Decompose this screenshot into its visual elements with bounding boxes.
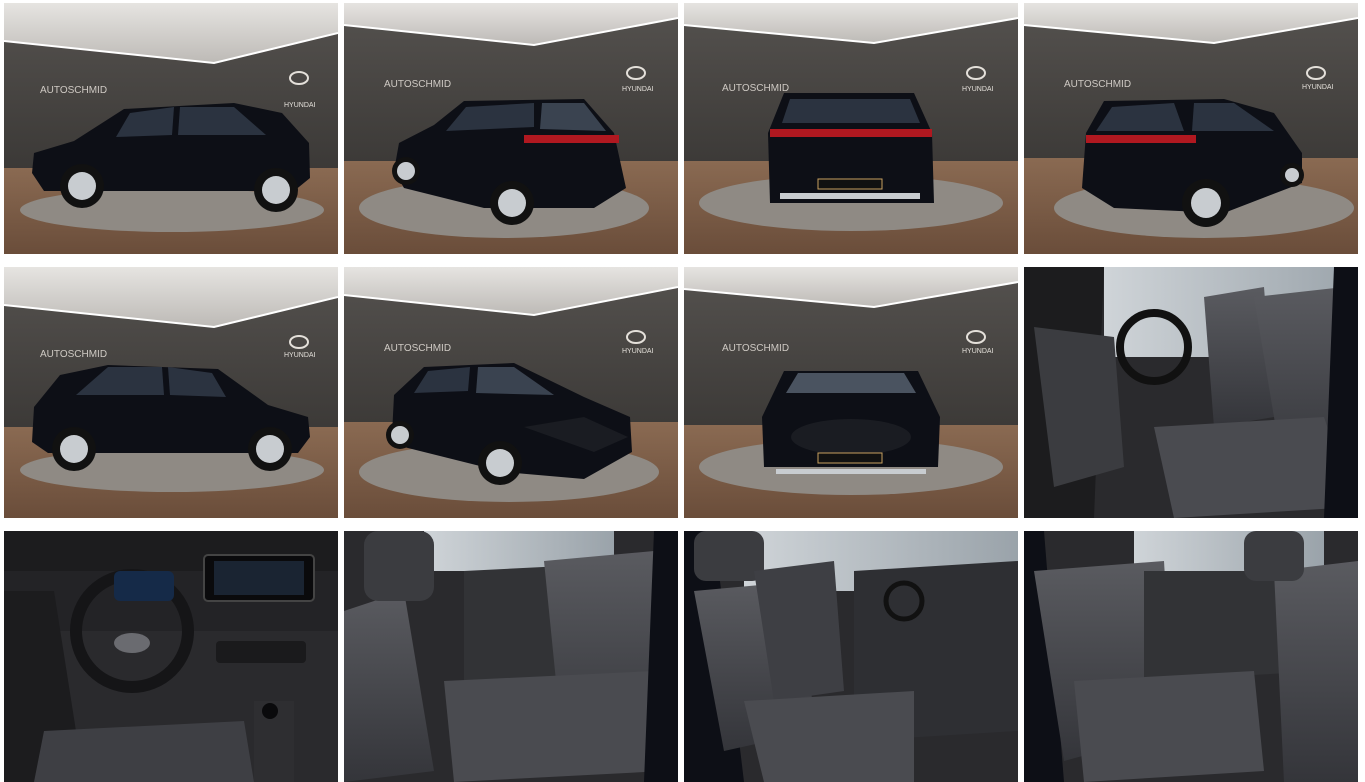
- dealer-logo: AUTOSCHMID: [722, 83, 789, 94]
- make-logo: HYUNDAI: [284, 352, 316, 359]
- car-side-icon: AUTOSCHMID HYUNDAI: [4, 3, 338, 254]
- make-logo: HYUNDAI: [284, 102, 316, 109]
- car-rear-icon: AUTOSCHMID HYUNDAI: [684, 3, 1018, 254]
- make-logo: HYUNDAI: [622, 86, 654, 93]
- make-logo: HYUNDAI: [962, 348, 994, 355]
- photo-gallery: AUTOSCHMID HYUNDAI AUTOSCHMID HYUNDAI AU…: [4, 3, 1358, 782]
- photo-exterior-side-right[interactable]: AUTOSCHMID HYUNDAI: [4, 267, 338, 518]
- photo-exterior-front-left[interactable]: AUTOSCHMID HYUNDAI: [344, 267, 678, 518]
- car-rear-quarter-icon: AUTOSCHMID HYUNDAI: [344, 3, 678, 254]
- seat-icon: [1024, 267, 1358, 518]
- photo-exterior-front[interactable]: AUTOSCHMID HYUNDAI: [684, 267, 1018, 518]
- photo-interior-front-seats[interactable]: [1024, 267, 1358, 518]
- photo-exterior-rear-left[interactable]: AUTOSCHMID HYUNDAI: [344, 3, 678, 254]
- photo-exterior-side-left[interactable]: AUTOSCHMID HYUNDAI: [4, 3, 338, 254]
- photo-exterior-rear-right[interactable]: AUTOSCHMID HYUNDAI: [1024, 3, 1358, 254]
- dealer-logo: AUTOSCHMID: [384, 343, 451, 354]
- car-front-quarter-icon: AUTOSCHMID HYUNDAI: [344, 267, 678, 518]
- dealer-logo: AUTOSCHMID: [384, 79, 451, 90]
- car-side-icon: AUTOSCHMID HYUNDAI: [4, 267, 338, 518]
- make-logo: HYUNDAI: [622, 348, 654, 355]
- make-logo: HYUNDAI: [1302, 84, 1334, 91]
- photo-interior-rear-seats-left[interactable]: [344, 531, 678, 782]
- car-front-icon: AUTOSCHMID HYUNDAI: [684, 267, 1018, 518]
- dealer-logo: AUTOSCHMID: [1064, 79, 1131, 90]
- seat-icon: [684, 531, 1018, 782]
- photo-interior-rear-seats-right[interactable]: [1024, 531, 1358, 782]
- dealer-logo: AUTOSCHMID: [40, 349, 107, 360]
- make-logo: HYUNDAI: [962, 86, 994, 93]
- steering-wheel-icon: [4, 531, 338, 782]
- photo-exterior-rear[interactable]: AUTOSCHMID HYUNDAI: [684, 3, 1018, 254]
- photo-interior-front-seats-right[interactable]: [684, 531, 1018, 782]
- seat-icon: [344, 531, 678, 782]
- photo-interior-dashboard[interactable]: [4, 531, 338, 782]
- dealer-logo: AUTOSCHMID: [722, 343, 789, 354]
- car-rear-quarter-icon: AUTOSCHMID HYUNDAI: [1024, 3, 1358, 254]
- dealer-logo: AUTOSCHMID: [40, 85, 107, 96]
- seat-icon: [1024, 531, 1358, 782]
